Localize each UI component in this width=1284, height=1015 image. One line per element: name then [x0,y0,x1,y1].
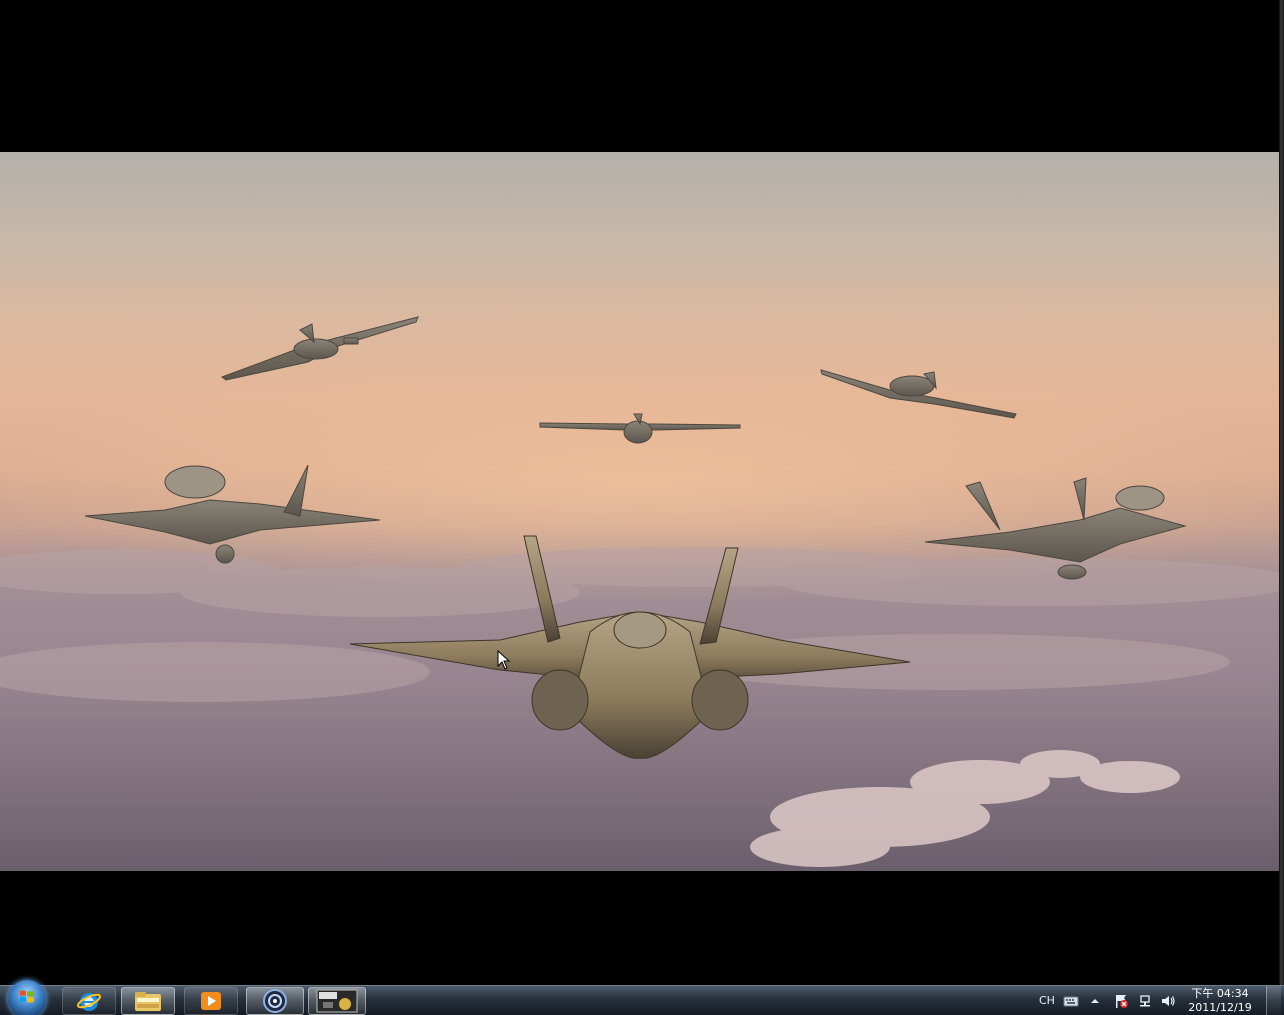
action-center-flag-icon[interactable] [1113,994,1129,1008]
jets-scene [0,316,1280,871]
keyboard-icon[interactable] [1063,994,1079,1008]
system-clock[interactable]: 下午 04:34 2011/12/19 [1184,987,1256,1015]
taskbar-media-button[interactable] [184,987,238,1015]
taskbar: CH 下午 04:34 2011/12/19 [0,980,1284,1015]
game-thumbnail-icon [316,989,358,1013]
language-indicator[interactable]: CH [1039,994,1055,1015]
start-button[interactable] [8,980,46,1015]
taskbar-ie-button[interactable] [62,987,116,1015]
taskbar-app-button[interactable] [246,987,304,1015]
clock-time: 下午 04:34 [1191,987,1249,1000]
desktop-screen: CH 下午 04:34 2011/12/19 [0,0,1284,1015]
folder-icon [135,992,161,1011]
circular-app-icon [263,989,287,1013]
window-border-right [1279,0,1284,985]
clock-date: 2011/12/19 [1188,1001,1252,1014]
media-player-icon [201,992,221,1010]
volume-icon[interactable] [1160,994,1176,1008]
taskbar-game-button[interactable] [308,987,366,1015]
internet-explorer-icon [76,993,102,1011]
show-desktop-button[interactable] [1266,986,1281,1015]
video-frame[interactable] [0,152,1280,871]
windows-flag-icon [20,990,34,1003]
network-icon[interactable] [1137,994,1153,1008]
taskbar-explorer-button[interactable] [121,987,175,1015]
show-hidden-icons-arrow[interactable] [1089,994,1101,1008]
